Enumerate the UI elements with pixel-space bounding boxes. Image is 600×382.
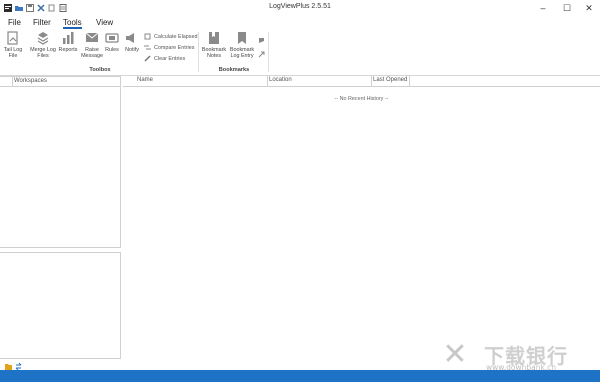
bookmark-log-entry-button[interactable]: Bookmark Log Entry (228, 31, 256, 59)
workspaces-header-label: Workspaces (14, 78, 47, 84)
bookmark-log-entry-label: Bookmark Log Entry (229, 47, 255, 59)
column-separator[interactable] (371, 76, 372, 87)
raise-message-label: Raise Message (81, 47, 103, 59)
menu-tools[interactable]: Tools (63, 18, 82, 29)
menu-bar: File Filter Tools View (0, 16, 600, 29)
merge-icon (36, 31, 50, 45)
folder-icon[interactable] (4, 362, 12, 370)
reports-label: Reports (58, 47, 78, 53)
column-name[interactable]: Name (137, 77, 153, 83)
title-bar: LogViewPlus 2.5.51 – ☐ ✕ (0, 0, 600, 16)
menu-file[interactable]: File (8, 18, 21, 27)
tail-log-file-label: Tail Log File (3, 47, 23, 59)
watermark: ✕ 下载银行 www.downbank.cn (438, 336, 598, 378)
column-location[interactable]: Location (269, 77, 292, 83)
notify-label: Notify (125, 47, 139, 53)
clear-entries-label: Clear Entries (154, 55, 186, 62)
window-title: LogViewPlus 2.5.51 (269, 3, 331, 10)
close-button[interactable]: ✕ (578, 0, 600, 16)
notify-button[interactable]: Notify (122, 31, 142, 53)
bookmark-up-button[interactable] (258, 37, 268, 44)
calculate-elapsed-button[interactable]: Calculate Elapsed (144, 33, 197, 40)
bookmark-notes-icon (207, 31, 221, 45)
workspaces-header: Workspaces (0, 76, 121, 87)
column-separator[interactable] (409, 76, 410, 87)
raise-message-icon (85, 31, 99, 45)
watermark-url: www.downbank.cn (486, 363, 557, 372)
toolbox-group-label: Toolbox (89, 67, 111, 73)
workspaces-tree[interactable] (0, 87, 121, 248)
rules-icon (105, 31, 119, 45)
rules-label: Rules (105, 47, 119, 53)
compare-entries-button[interactable]: Compare Entries (144, 44, 194, 51)
merge-log-files-button[interactable]: Merge Log Files (30, 31, 56, 59)
tail-log-file-button[interactable]: Tail Log File (2, 31, 24, 59)
tail-log-icon (6, 31, 20, 45)
bookmarks-group-label: Bookmarks (218, 67, 250, 73)
menu-view[interactable]: View (96, 18, 113, 27)
bookmark-down-button[interactable] (258, 51, 268, 58)
calculate-elapsed-label: Calculate Elapsed (154, 33, 198, 40)
reports-button[interactable]: Reports (58, 31, 78, 53)
column-separator[interactable] (267, 76, 268, 87)
group-separator (268, 32, 269, 72)
arrow-down-icon (258, 51, 265, 58)
workspaces-pane: Workspaces (0, 76, 122, 362)
compare-entries-label: Compare Entries (154, 44, 195, 51)
bookmark-notes-button[interactable]: Bookmark Notes (200, 31, 228, 59)
watermark-logo: ✕ (442, 336, 468, 372)
minimize-button[interactable]: – (532, 0, 554, 16)
rules-button[interactable]: Rules (104, 31, 120, 53)
bookmark-notes-label: Bookmark Notes (201, 47, 227, 59)
header-separator (12, 77, 13, 86)
list-header: Name Location Last Opened (123, 76, 600, 87)
raise-message-button[interactable]: Raise Message (80, 31, 104, 59)
merge-log-files-label: Merge Log Files (30, 47, 56, 59)
menu-filter[interactable]: Filter (33, 18, 51, 27)
calculate-icon (144, 33, 151, 40)
group-separator (198, 32, 199, 72)
clear-entries-button[interactable]: Clear Entries (144, 55, 185, 62)
sync-icon[interactable] (14, 362, 22, 370)
clear-icon (144, 55, 151, 62)
bookmark-log-entry-icon (235, 31, 249, 45)
ribbon: Tail Log File Merge Log Files Reports Ra… (0, 29, 600, 76)
recent-history-list[interactable]: Name Location Last Opened -- No Recent H… (123, 76, 600, 362)
column-last-opened[interactable]: Last Opened (373, 77, 407, 83)
workspace-details-panel[interactable] (0, 252, 121, 359)
maximize-button[interactable]: ☐ (556, 0, 578, 16)
reports-icon (61, 31, 75, 45)
empty-history-text: -- No Recent History -- (334, 96, 389, 102)
notify-icon (125, 31, 139, 45)
arrow-up-icon (258, 37, 265, 44)
compare-icon (144, 44, 151, 51)
